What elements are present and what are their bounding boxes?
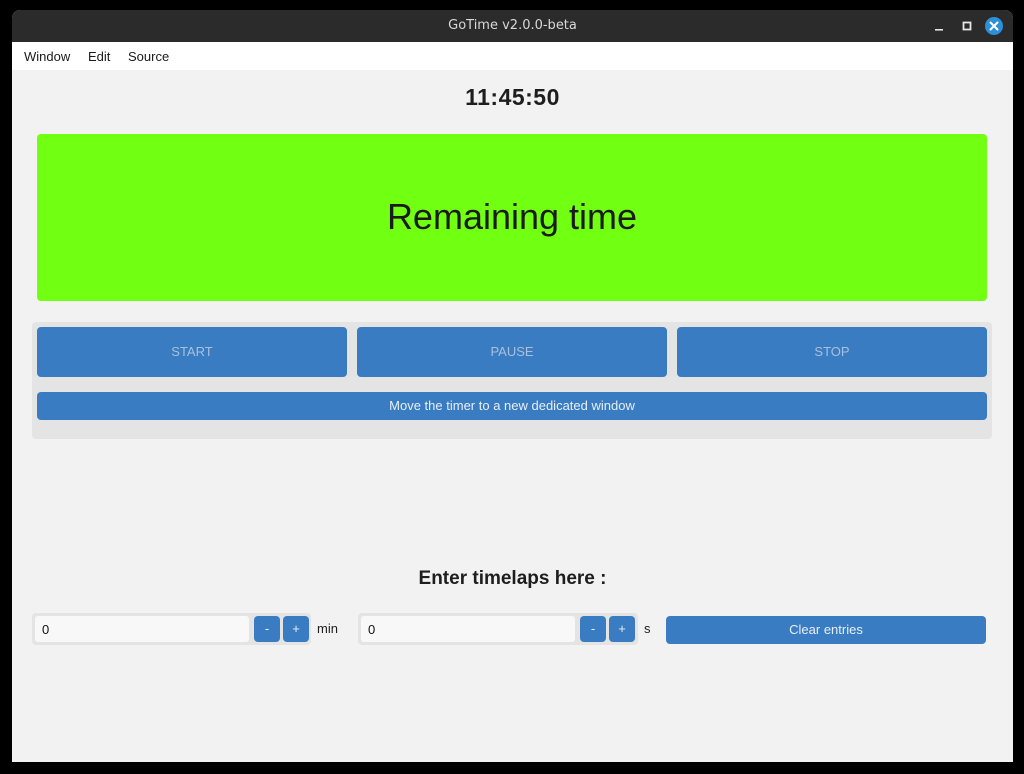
minutes-decrement-button[interactable]: - bbox=[254, 616, 280, 642]
minutes-input[interactable] bbox=[35, 616, 249, 642]
move-timer-window-button[interactable]: Move the timer to a new dedicated window bbox=[37, 392, 987, 420]
app-window: GoTime v2.0.0-beta Window Edit Source 11… bbox=[12, 10, 1013, 762]
maximize-icon bbox=[962, 21, 972, 31]
menu-edit[interactable]: Edit bbox=[88, 49, 110, 64]
seconds-input-group: - + bbox=[358, 613, 638, 645]
seconds-unit-label: s bbox=[644, 621, 651, 636]
menu-source[interactable]: Source bbox=[128, 49, 169, 64]
seconds-input[interactable] bbox=[361, 616, 575, 642]
seconds-increment-button[interactable]: + bbox=[609, 616, 635, 642]
close-icon bbox=[989, 21, 999, 31]
title-bar[interactable]: GoTime v2.0.0-beta bbox=[12, 10, 1013, 42]
pause-button[interactable]: PAUSE bbox=[357, 327, 667, 377]
clear-entries-button[interactable]: Clear entries bbox=[666, 616, 986, 644]
minutes-unit-label: min bbox=[317, 621, 338, 636]
minimize-button[interactable] bbox=[929, 16, 949, 36]
remaining-time-display: Remaining time bbox=[37, 134, 987, 301]
close-button[interactable] bbox=[985, 17, 1003, 35]
timer-controls-panel: START PAUSE STOP Move the timer to a new… bbox=[32, 322, 992, 439]
current-time: 11:45:50 bbox=[465, 84, 560, 110]
menu-window[interactable]: Window bbox=[24, 49, 70, 64]
minutes-increment-button[interactable]: + bbox=[283, 616, 309, 642]
remaining-time-label: Remaining time bbox=[386, 196, 638, 237]
maximize-button[interactable] bbox=[957, 16, 977, 36]
minutes-input-group: - + bbox=[32, 613, 311, 645]
window-title: GoTime v2.0.0-beta bbox=[448, 18, 577, 33]
menu-bar: Window Edit Source bbox=[12, 42, 1013, 70]
seconds-decrement-button[interactable]: - bbox=[580, 616, 606, 642]
stop-button[interactable]: STOP bbox=[677, 327, 987, 377]
start-button[interactable]: START bbox=[37, 327, 347, 377]
timelaps-heading: Enter timelaps here : bbox=[418, 568, 607, 589]
minimize-icon bbox=[935, 29, 943, 31]
